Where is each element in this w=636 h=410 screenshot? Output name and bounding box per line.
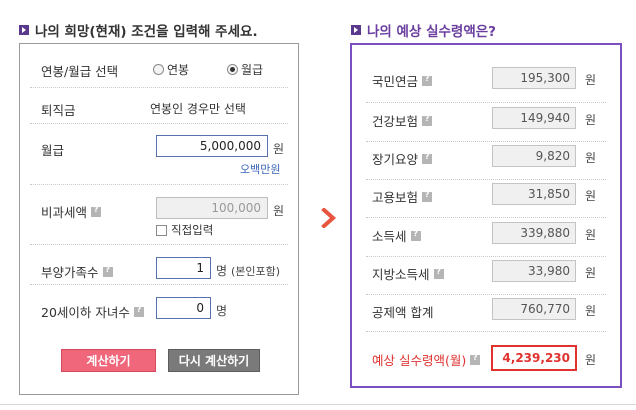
- help-icon[interactable]: [422, 190, 433, 202]
- result-panel: 국민연금 195,300 원 건강보험 149,940 원 장기요양 9,820…: [350, 43, 622, 388]
- non-taxable-unit: 원: [273, 204, 285, 218]
- dependents-label: 부양가족수: [41, 262, 113, 281]
- divider: [30, 87, 288, 88]
- dependents-input[interactable]: 1: [156, 257, 211, 279]
- health-insurance-label: 건강보험: [372, 114, 419, 129]
- monthly-pay-label: 월급: [41, 143, 65, 158]
- severance-note: 연봉인 경우만 선택: [150, 102, 246, 116]
- divider: [30, 284, 288, 285]
- result-row-label: 건강보험: [372, 111, 433, 130]
- monthly-pay-input[interactable]: 5,000,000: [156, 135, 268, 157]
- salary-type-monthly-option[interactable]: 월급: [227, 61, 263, 78]
- divider: [366, 217, 606, 218]
- net-pay-value: 4,239,230: [491, 345, 577, 371]
- long-term-care-value: 9,820: [492, 145, 576, 167]
- result-section-title: 나의 예상 실수령액은?: [351, 20, 496, 40]
- unit-won: 원: [585, 73, 597, 87]
- input-panel: 연봉/월급 선택 연봉 월급 퇴직금 연봉인 경우만 선택 월급 5,000,0…: [19, 43, 299, 395]
- divider: [366, 179, 606, 180]
- help-icon[interactable]: [422, 152, 433, 164]
- non-taxable-label: 비과세액: [41, 202, 102, 221]
- divider: [30, 184, 288, 185]
- total-deduction-label: 공제액 합계: [372, 305, 434, 320]
- help-icon[interactable]: [91, 205, 102, 217]
- employment-insurance-value: 31,850: [492, 183, 576, 205]
- salary-type-annual-option[interactable]: 연봉: [153, 61, 189, 78]
- radio-annual[interactable]: [153, 64, 164, 75]
- result-row-label: 장기요양: [372, 149, 433, 168]
- divider: [30, 244, 288, 245]
- non-taxable-label-text: 비과세액: [41, 205, 88, 220]
- net-pay-label: 예상 실수령액(월): [372, 350, 481, 369]
- monthly-pay-korean-amount: 오백만원: [240, 163, 281, 176]
- unit-won: 원: [585, 113, 597, 127]
- non-taxable-input[interactable]: 100,000: [156, 197, 268, 219]
- input-section-title-text: 나의 희망(현재) 조건을 입력해 주세요.: [35, 24, 258, 40]
- children-input[interactable]: 0: [156, 297, 211, 319]
- unit-won: 원: [585, 151, 597, 165]
- unit-won: 원: [585, 353, 597, 367]
- income-tax-value: 339,880: [492, 222, 576, 244]
- input-section-title: 나의 희망(현재) 조건을 입력해 주세요.: [19, 20, 258, 40]
- radio-annual-label: 연봉: [167, 63, 190, 77]
- help-icon[interactable]: [470, 353, 481, 365]
- national-pension-label: 국민연금: [372, 74, 419, 89]
- chevron-right-icon: [321, 208, 337, 228]
- help-icon[interactable]: [410, 229, 421, 241]
- divider: [366, 256, 606, 257]
- children-unit: 명: [216, 304, 228, 318]
- divider: [366, 294, 606, 295]
- monthly-pay-unit: 원: [273, 142, 285, 156]
- radio-monthly-label: 월급: [241, 63, 264, 77]
- unit-won: 원: [585, 304, 597, 318]
- help-icon[interactable]: [102, 265, 113, 277]
- help-icon[interactable]: [433, 267, 444, 279]
- severance-label: 퇴직금: [41, 103, 76, 118]
- children-label-text: 20세이하 자녀수: [41, 305, 130, 320]
- dependents-note: (본인포함): [231, 265, 281, 278]
- section-bullet-icon: [351, 25, 361, 35]
- unit-won: 원: [585, 189, 597, 203]
- local-income-tax-value: 33,980: [492, 260, 576, 282]
- divider: [366, 102, 606, 103]
- salary-type-label: 연봉/월급 선택: [41, 64, 119, 79]
- direct-input-label: 직접입력: [171, 223, 214, 237]
- calculate-button[interactable]: 계산하기: [61, 349, 156, 372]
- result-row-label: 고용보험: [372, 187, 433, 206]
- total-deduction-value: 760,770: [492, 298, 576, 320]
- divider: [366, 141, 606, 142]
- help-icon[interactable]: [422, 74, 433, 86]
- children-label: 20세이하 자녀수: [41, 302, 144, 321]
- divider: [366, 331, 606, 332]
- result-row-label: 소득세: [372, 226, 421, 245]
- long-term-care-label: 장기요양: [372, 152, 419, 167]
- direct-input-checkbox[interactable]: [156, 224, 167, 236]
- help-icon[interactable]: [133, 305, 144, 317]
- section-bullet-icon: [19, 25, 29, 35]
- divider: [30, 123, 288, 124]
- direct-input-checkbox-group[interactable]: 직접입력: [156, 222, 213, 238]
- footer-divider: [0, 404, 636, 405]
- dependents-label-text: 부양가족수: [41, 265, 99, 280]
- local-income-tax-label: 지방소득세: [372, 267, 430, 282]
- result-row-label: 국민연금: [372, 71, 433, 90]
- national-pension-value: 195,300: [492, 67, 576, 89]
- unit-won: 원: [585, 228, 597, 242]
- recalculate-button[interactable]: 다시 계산하기: [168, 349, 260, 372]
- employment-insurance-label: 고용보험: [372, 190, 419, 205]
- result-section-title-text: 나의 예상 실수령액은?: [367, 24, 497, 40]
- income-tax-label: 소득세: [372, 229, 407, 244]
- radio-monthly[interactable]: [227, 64, 238, 75]
- health-insurance-value: 149,940: [492, 107, 576, 129]
- dependents-unit: 명: [216, 264, 228, 278]
- help-icon[interactable]: [422, 114, 433, 126]
- result-row-label: 지방소득세: [372, 264, 444, 283]
- net-pay-label-text: 예상 실수령액(월): [372, 353, 467, 368]
- unit-won: 원: [585, 266, 597, 280]
